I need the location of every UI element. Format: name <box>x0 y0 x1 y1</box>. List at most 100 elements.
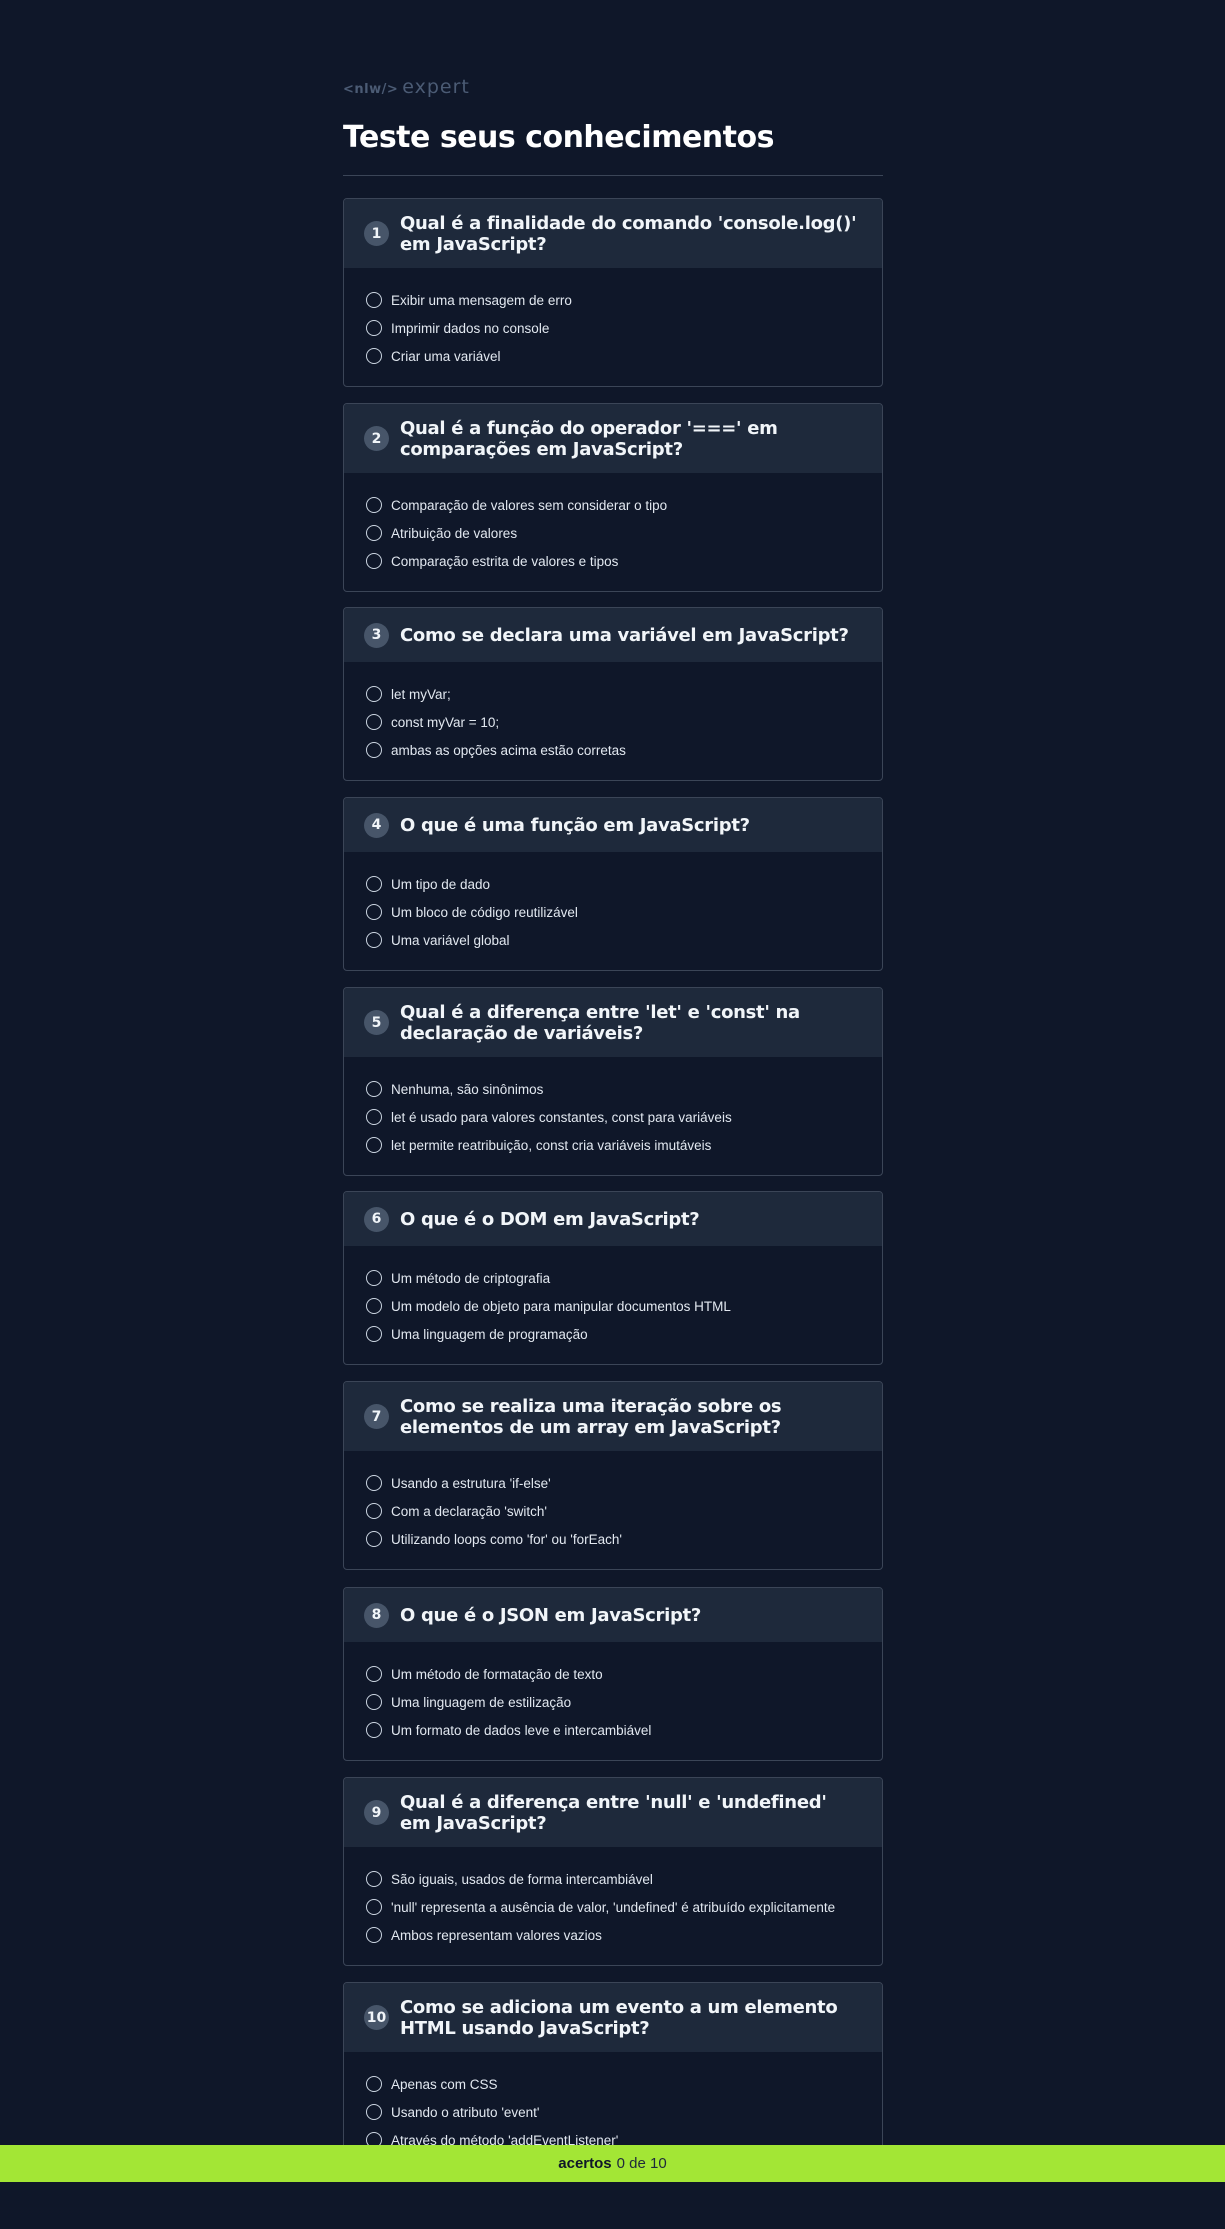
radio-button[interactable] <box>366 2104 382 2120</box>
answer-option[interactable]: Usando o atributo 'event' <box>366 2098 862 2126</box>
answer-option[interactable]: Criar uma variável <box>366 342 862 370</box>
answer-option[interactable]: Atribuição de valores <box>366 519 862 547</box>
answer-option[interactable]: Utilizando loops como 'for' ou 'forEach' <box>366 1525 862 1553</box>
radio-button[interactable] <box>366 292 382 308</box>
answer-option[interactable]: Nenhuma, são sinônimos <box>366 1075 862 1103</box>
radio-button[interactable] <box>366 1137 382 1153</box>
answer-option[interactable]: let myVar; <box>366 680 862 708</box>
radio-button[interactable] <box>366 1722 382 1738</box>
answer-option-label: Uma linguagem de estilização <box>391 1694 572 1710</box>
question-card: 6 O que é o DOM em JavaScript? Um método d… <box>343 1191 883 1365</box>
radio-button[interactable] <box>366 932 382 948</box>
answer-option[interactable]: let permite reatribuição, const cria var… <box>366 1131 862 1159</box>
answer-option[interactable]: Comparação estrita de valores e tipos <box>366 547 862 575</box>
answer-option[interactable]: Um modelo de objeto para manipular docum… <box>366 1292 862 1320</box>
answer-option-label: Usando a estrutura 'if-else' <box>391 1475 551 1491</box>
answer-option[interactable]: Apenas com CSS <box>366 2070 862 2098</box>
question-header: 6 O que é o DOM em JavaScript? <box>344 1192 882 1246</box>
radio-button[interactable] <box>366 1694 382 1710</box>
radio-button[interactable] <box>366 1270 382 1286</box>
radio-button[interactable] <box>366 742 382 758</box>
answer-option[interactable]: Ambos representam valores vazios <box>366 1921 862 1949</box>
answer-option[interactable]: Usando a estrutura 'if-else' <box>366 1469 862 1497</box>
answer-options: Nenhuma, são sinônimos let é usado para v… <box>344 1057 882 1175</box>
answer-option[interactable]: Um método de criptografia <box>366 1264 862 1292</box>
radio-button[interactable] <box>366 686 382 702</box>
answer-option-label: Imprimir dados no console <box>391 320 550 336</box>
answer-option-label: Comparação estrita de valores e tipos <box>391 553 619 569</box>
answer-options: Um método de formatação de texto Uma ling… <box>344 1642 882 1760</box>
question-card: 10 Como se adiciona um evento a um elemen… <box>343 1982 883 2163</box>
answer-option[interactable]: const myVar = 10; <box>366 708 862 736</box>
radio-button[interactable] <box>366 525 382 541</box>
question-card: 7 Como se realiza uma iteração sobre os e… <box>343 1381 883 1570</box>
answer-option[interactable]: Uma linguagem de estilização <box>366 1688 862 1716</box>
radio-button[interactable] <box>366 876 382 892</box>
answer-option-label: Um método de criptografia <box>391 1270 551 1286</box>
radio-button[interactable] <box>366 904 382 920</box>
answer-option-label: Nenhuma, são sinônimos <box>391 1081 544 1097</box>
radio-button[interactable] <box>366 1899 382 1915</box>
radio-button[interactable] <box>366 320 382 336</box>
radio-button[interactable] <box>366 1298 382 1314</box>
answer-options: Um tipo de dado Um bloco de código reutil… <box>344 852 882 970</box>
answer-option[interactable]: Um método de formatação de texto <box>366 1660 862 1688</box>
divider <box>343 175 883 176</box>
radio-button[interactable] <box>366 1666 382 1682</box>
answer-option[interactable]: Comparação de valores sem considerar o t… <box>366 491 862 519</box>
answer-option-label: Utilizando loops como 'for' ou 'forEach' <box>391 1531 622 1547</box>
answer-option[interactable]: Exibir uma mensagem de erro <box>366 286 862 314</box>
answer-option-label: let myVar; <box>391 686 451 702</box>
question-card: 3 Como se declara uma variável em JavaScr… <box>343 607 883 781</box>
answer-option-label: ambas as opções acima estão corretas <box>391 742 626 758</box>
question-card: 9 Qual é a diferença entre 'null' e 'unde… <box>343 1777 883 1966</box>
answer-option[interactable]: Um formato de dados leve e intercambiáve… <box>366 1716 862 1744</box>
answer-option[interactable]: São iguais, usados de forma intercambiáv… <box>366 1865 862 1893</box>
answer-option[interactable]: Uma variável global <box>366 926 862 954</box>
answer-option-label: Comparação de valores sem considerar o t… <box>391 497 668 513</box>
answer-option-label: Ambos representam valores vazios <box>391 1927 602 1943</box>
radio-button[interactable] <box>366 1109 382 1125</box>
answer-option[interactable]: 'null' representa a ausência de valor, '… <box>366 1893 862 1921</box>
radio-button[interactable] <box>366 553 382 569</box>
question-text: O que é o DOM em JavaScript? <box>400 1208 700 1230</box>
logo-tag: <nlw/> <box>343 82 399 97</box>
question-header: 10 Como se adiciona um evento a um elemen… <box>344 1983 882 2052</box>
answer-option-label: Exibir uma mensagem de erro <box>391 292 572 308</box>
answer-option[interactable]: let é usado para valores constantes, con… <box>366 1103 862 1131</box>
answer-option[interactable]: Um tipo de dado <box>366 870 862 898</box>
answer-option[interactable]: Uma linguagem de programação <box>366 1320 862 1348</box>
answer-option-label: 'null' representa a ausência de valor, '… <box>391 1899 836 1915</box>
radio-button[interactable] <box>366 1927 382 1943</box>
question-card: 4 O que é uma função em JavaScript? Um tip… <box>343 797 883 971</box>
question-number-badge: 4 <box>364 812 389 838</box>
answer-option[interactable]: Com a declaração 'switch' <box>366 1497 862 1525</box>
answer-option-label: Criar uma variável <box>391 348 501 364</box>
answer-option[interactable]: ambas as opções acima estão corretas <box>366 736 862 764</box>
radio-button[interactable] <box>366 1475 382 1491</box>
question-number-badge: 6 <box>364 1206 389 1232</box>
question-text: O que é uma função em JavaScript? <box>400 814 750 836</box>
radio-button[interactable] <box>366 714 382 730</box>
answer-option-label: Um modelo de objeto para manipular docum… <box>391 1298 731 1314</box>
score-bar: acertos 0 de 10 <box>0 2145 1225 2182</box>
radio-button[interactable] <box>366 1081 382 1097</box>
answer-option-label: São iguais, usados de forma intercambiáv… <box>391 1871 653 1887</box>
radio-button[interactable] <box>366 2076 382 2092</box>
radio-button[interactable] <box>366 497 382 513</box>
radio-button[interactable] <box>366 348 382 364</box>
question-text: O que é o JSON em JavaScript? <box>400 1604 702 1626</box>
radio-button[interactable] <box>366 1871 382 1887</box>
radio-button[interactable] <box>366 1531 382 1547</box>
answer-option-label: Com a declaração 'switch' <box>391 1503 547 1519</box>
question-number-badge: 10 <box>364 2005 389 2030</box>
radio-button[interactable] <box>366 1326 382 1342</box>
answer-option[interactable]: Imprimir dados no console <box>366 314 862 342</box>
logo-word: expert <box>402 76 470 98</box>
answer-option-label: Uma variável global <box>391 932 510 948</box>
answer-option[interactable]: Um bloco de código reutilizável <box>366 898 862 926</box>
question-card: 5 Qual é a diferença entre 'let' e 'const… <box>343 987 883 1176</box>
question-number-badge: 2 <box>364 426 389 451</box>
answer-option-label: let permite reatribuição, const cria var… <box>391 1137 712 1153</box>
radio-button[interactable] <box>366 1503 382 1519</box>
